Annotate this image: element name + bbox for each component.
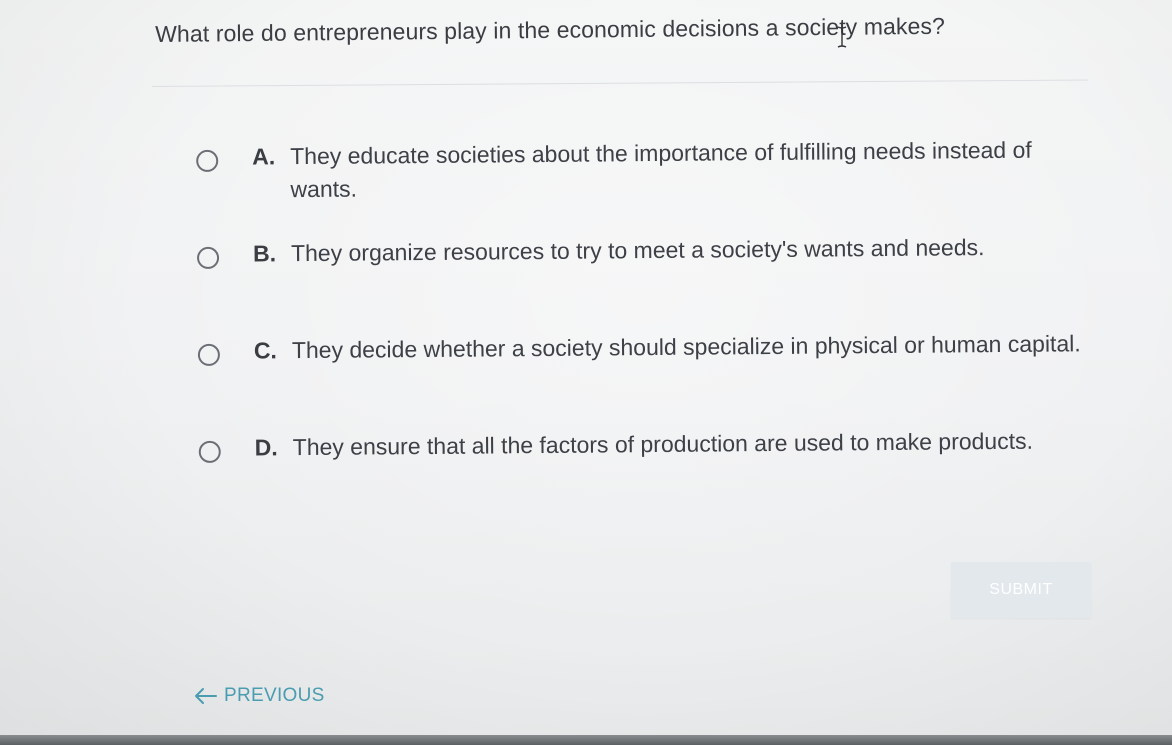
- question-text: What role do entrepreneurs play in the e…: [155, 8, 1095, 50]
- choice-a-text: A. They educate societies about the impo…: [252, 133, 1091, 206]
- monitor-bezel: [0, 735, 1172, 745]
- arrow-left-icon: [195, 688, 217, 704]
- choice-label: They educate societies about the importa…: [290, 136, 1032, 203]
- text-cursor-icon: [837, 26, 847, 48]
- choice-label: They ensure that all the factors of prod…: [292, 427, 1034, 461]
- submit-button[interactable]: SUBMIT: [951, 562, 1091, 618]
- radio-button-icon[interactable]: [196, 149, 219, 172]
- previous-button[interactable]: PREVIOUS: [192, 682, 325, 710]
- radio-button-icon[interactable]: [198, 440, 221, 463]
- divider: [152, 79, 1088, 87]
- question-text-start: What role do entrepreneurs play in the e…: [155, 14, 748, 47]
- choice-d-text: D. They ensure that all the factors of p…: [255, 424, 1093, 464]
- choice-c[interactable]: C. They decide whether a society should …: [197, 322, 1081, 427]
- choice-a[interactable]: A. They educate societies about the impo…: [196, 128, 1077, 233]
- choice-label: They organize resources to try to meet a…: [290, 234, 985, 267]
- choice-c-text: C. They decide whether a society should …: [254, 327, 1092, 367]
- answer-choices: A. They educate societies about the impo…: [196, 128, 1081, 524]
- radio-button-icon[interactable]: [197, 343, 221, 366]
- choice-label: They decide whether a society should spe…: [291, 330, 1081, 364]
- choice-letter: B.: [252, 240, 277, 267]
- previous-label: PREVIOUS: [224, 685, 325, 706]
- choice-b[interactable]: B. They organize resources to try to mee…: [196, 225, 1078, 330]
- radio-button-icon[interactable]: [196, 246, 220, 269]
- choice-letter: A.: [252, 143, 276, 170]
- choice-b-text: B. They organize resources to try to mee…: [253, 230, 1091, 270]
- choice-letter: D.: [254, 434, 278, 461]
- choice-letter: C.: [253, 337, 277, 364]
- choice-d[interactable]: D. They ensure that all the factors of p…: [198, 419, 1080, 524]
